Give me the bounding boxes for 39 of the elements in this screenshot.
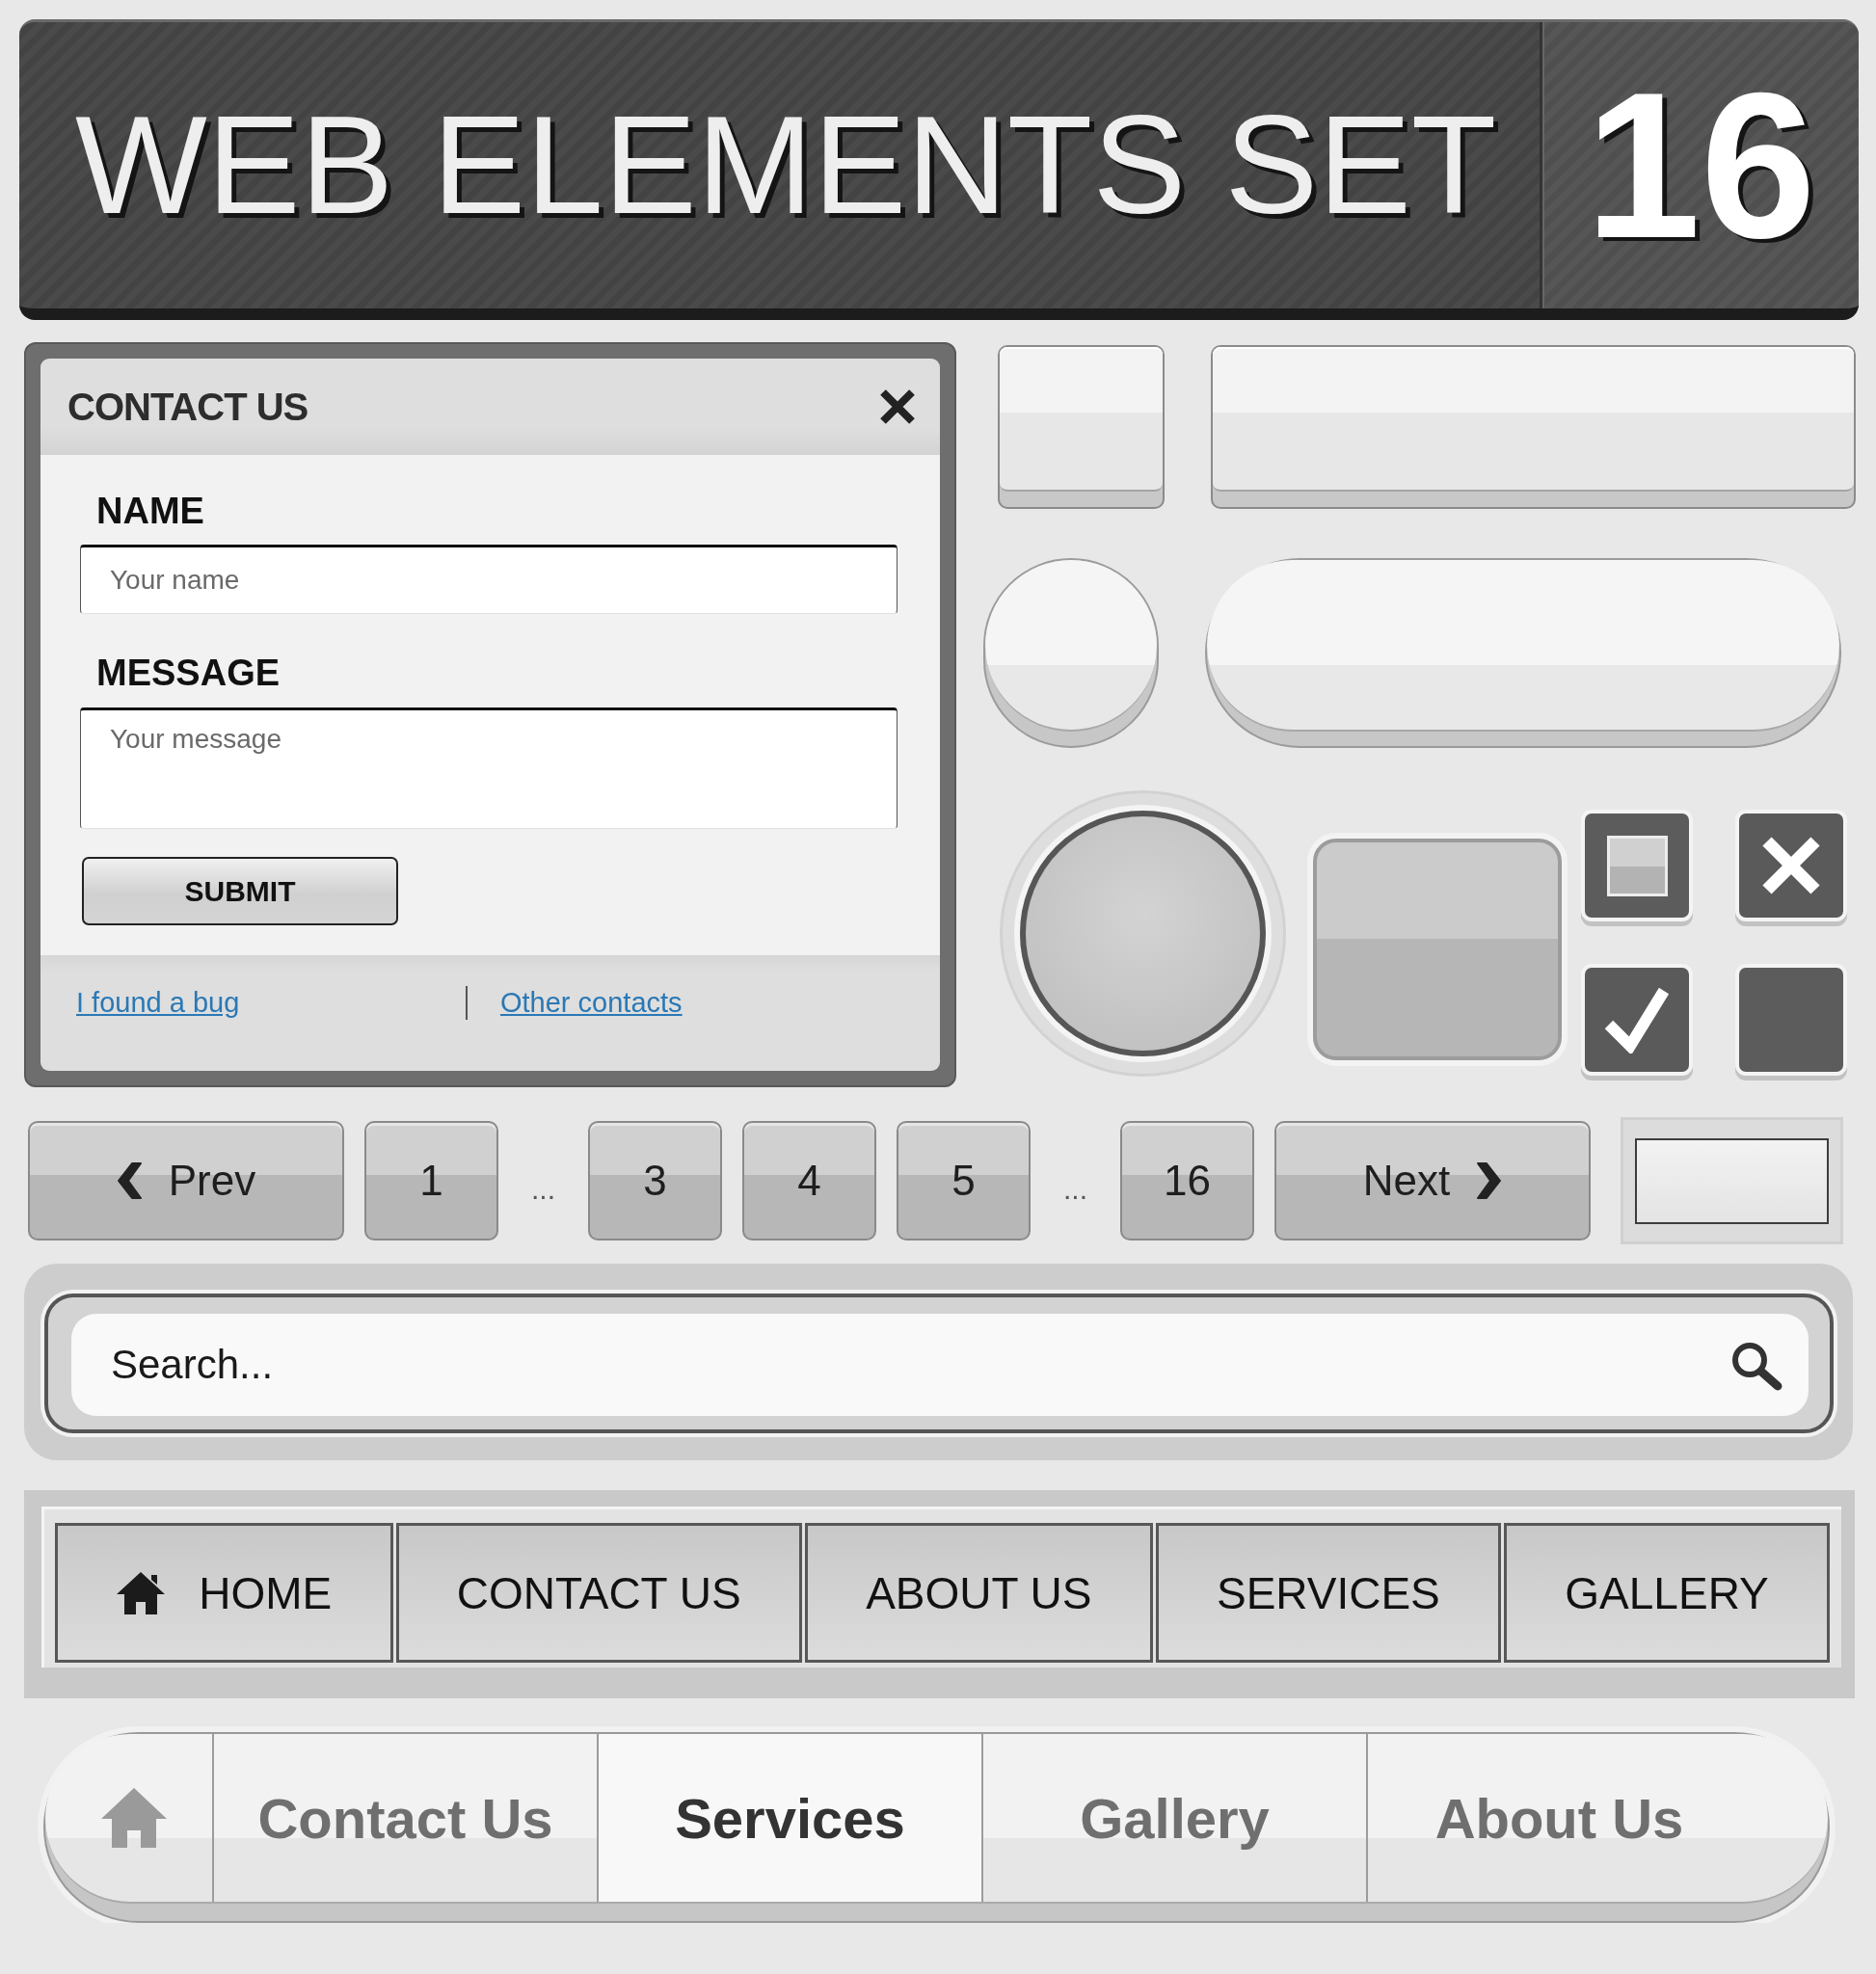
wide-button[interactable] xyxy=(1211,345,1856,509)
chevron-left-icon xyxy=(116,1162,142,1199)
nav-tab[interactable]: CONTACT US xyxy=(395,1523,802,1663)
ellipsis: ... xyxy=(530,1172,556,1206)
banner-title: WEB ELEMENTS SET xyxy=(75,95,1497,235)
page-button[interactable]: 5 xyxy=(897,1121,1031,1240)
text-area[interactable]: Your message xyxy=(80,707,898,829)
search-field[interactable]: Search... xyxy=(71,1314,1809,1416)
home-icon xyxy=(116,1570,167,1615)
close-icon[interactable] xyxy=(879,389,916,424)
nav-tab[interactable]: Services xyxy=(597,1734,981,1902)
page-button[interactable]: 4 xyxy=(742,1121,876,1240)
footer-link[interactable]: Other contacts xyxy=(500,986,683,1019)
nav-tab[interactable]: HOME xyxy=(55,1523,393,1663)
square-button[interactable] xyxy=(998,345,1165,509)
nav-tab[interactable]: Gallery xyxy=(981,1734,1366,1902)
field-label: MESSAGE xyxy=(96,652,281,694)
nav-tab[interactable]: GALLERY xyxy=(1504,1523,1830,1663)
page-button[interactable]: 16 xyxy=(1120,1121,1254,1240)
nav-tab[interactable]: SERVICES xyxy=(1155,1523,1502,1663)
chevron-right-icon xyxy=(1477,1162,1503,1199)
input-field[interactable]: Your name xyxy=(80,545,898,614)
footer-link[interactable]: I found a bug xyxy=(76,986,240,1019)
input-field[interactable] xyxy=(1635,1137,1829,1224)
square-icon xyxy=(1606,835,1668,896)
next-button[interactable]: Next xyxy=(1274,1121,1591,1240)
nav-tab[interactable]: ABOUT US xyxy=(804,1523,1153,1663)
banner-number: 16 xyxy=(1585,62,1816,269)
cross-icon xyxy=(1762,837,1820,894)
page-button[interactable]: 1 xyxy=(364,1121,498,1240)
ellipsis: ... xyxy=(1062,1172,1088,1206)
search-icon[interactable] xyxy=(1730,1341,1784,1391)
submit-button[interactable]: SUBMIT xyxy=(82,857,398,925)
page-button[interactable]: 3 xyxy=(588,1121,722,1240)
prev-button[interactable]: Prev xyxy=(28,1121,344,1240)
check-icon xyxy=(1604,986,1670,1054)
field-label: NAME xyxy=(96,490,204,532)
nav-tab[interactable]: About Us xyxy=(1366,1734,1828,1902)
panel-title: CONTACT US xyxy=(67,385,308,429)
